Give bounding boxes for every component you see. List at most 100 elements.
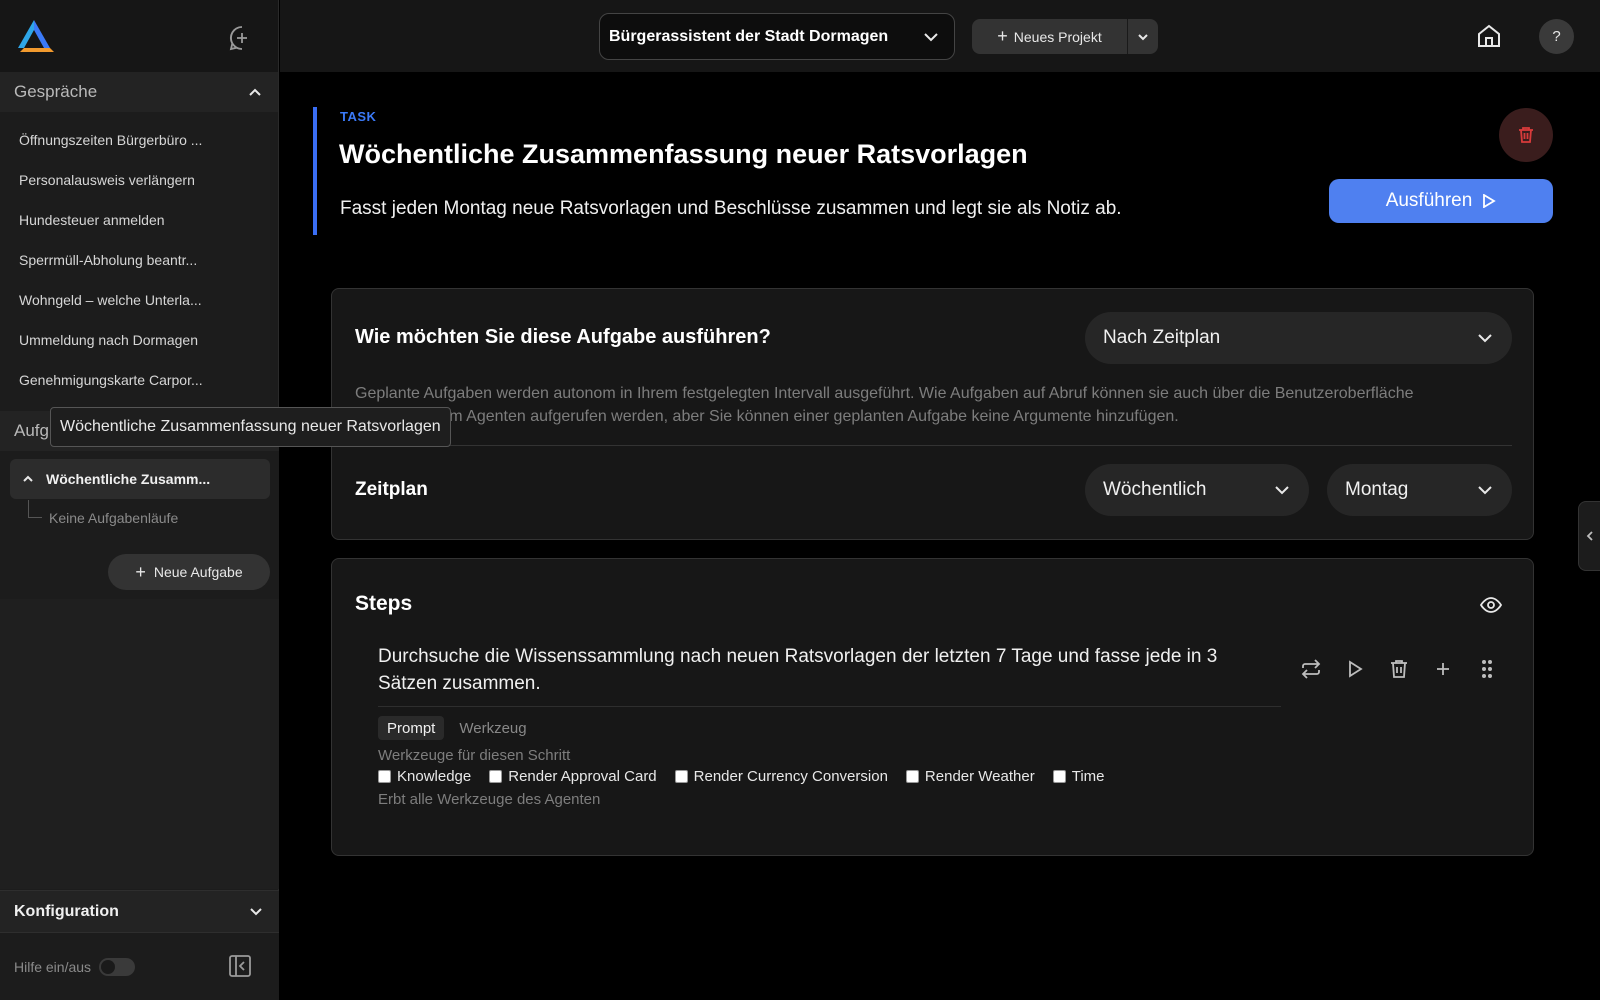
new-project-group: + Neues Projekt — [972, 19, 1158, 54]
tool-render-weather[interactable]: Render Weather — [905, 768, 1035, 785]
chevron-up-icon — [249, 88, 261, 96]
home-icon[interactable] — [1475, 22, 1503, 50]
chevron-down-icon — [250, 907, 262, 915]
task-title: Wöchentliche Zusammenfassung neuer Ratsv… — [339, 139, 1028, 169]
run-label: Ausführen — [1385, 190, 1473, 211]
step-tabs: Prompt Werkzeug — [378, 716, 536, 740]
conversations-header-label: Gespräche — [14, 82, 98, 101]
drag-handle-icon[interactable] — [1475, 657, 1499, 681]
day-select[interactable]: Montag — [1327, 464, 1512, 516]
new-chat-icon[interactable] — [228, 24, 256, 52]
tool-label: Time — [1071, 768, 1105, 785]
conversation-item[interactable]: Hundesteuer anmelden — [0, 200, 278, 240]
conversation-item[interactable]: Ummeldung nach Dormagen — [0, 320, 278, 360]
divider — [355, 445, 1512, 446]
task-description: Fasst jeden Montag neue Ratsvorlagen und… — [340, 198, 1122, 219]
help-toggle-label: Hilfe ein/aus — [14, 958, 92, 975]
sidebar-empty-area — [0, 599, 279, 889]
chevron-left-icon — [1586, 531, 1593, 541]
conversations-header[interactable]: Gespräche — [0, 72, 278, 112]
checkbox[interactable] — [905, 770, 919, 783]
tool-label: Knowledge — [397, 768, 472, 785]
sidebar-top — [0, 0, 278, 72]
sidebar: Gespräche Öffnungszeiten Bürgerbüro ... … — [0, 0, 279, 1000]
tab-prompt[interactable]: Prompt — [378, 716, 445, 740]
plus-icon: + — [135, 561, 146, 582]
chevron-down-icon — [1138, 33, 1148, 40]
conversation-item[interactable]: Personalausweis verlängern — [0, 160, 278, 200]
project-name: Bürgerassistent der Stadt Dormagen — [609, 27, 889, 45]
repeat-icon[interactable] — [1299, 657, 1323, 681]
task-tooltip: Wöchentliche Zusammenfassung neuer Ratsv… — [50, 407, 451, 447]
new-task-button[interactable]: + Neue Aufgabe — [108, 554, 270, 590]
tool-label: Render Currency Conversion — [693, 768, 888, 785]
chevron-down-icon — [1478, 334, 1492, 343]
new-project-label: Neues Projekt — [1013, 28, 1102, 45]
inherit-note: Erbt alle Werkzeuge des Agenten — [378, 791, 601, 808]
task-item-label: Wöchentliche Zusamm... — [46, 471, 211, 487]
task-tag: TASK — [340, 109, 377, 124]
new-project-button[interactable]: + Neues Projekt — [972, 19, 1128, 54]
tasks-header-label: Aufg — [14, 421, 49, 440]
execution-question: Wie möchten Sie diese Aufgabe ausführen? — [355, 326, 771, 348]
delete-task-button[interactable] — [1499, 108, 1553, 162]
execution-card: Wie möchten Sie diese Aufgabe ausführen?… — [331, 288, 1534, 540]
tool-knowledge[interactable]: Knowledge — [378, 768, 471, 785]
conversation-item[interactable]: Sperrmüll-Abholung beantr... — [0, 240, 278, 280]
checkbox[interactable] — [489, 770, 503, 783]
step-actions — [1299, 657, 1499, 681]
step-prompt-text[interactable]: Durchsuche die Wissenssammlung nach neue… — [378, 643, 1278, 697]
right-panel-handle[interactable] — [1578, 501, 1600, 571]
steps-header: Steps — [355, 592, 413, 615]
conversation-item[interactable]: Genehmigungskarte Carpor... — [0, 360, 278, 400]
tree-connector — [28, 500, 42, 518]
tools-label: Werkzeuge für diesen Schritt — [378, 747, 571, 764]
help-button[interactable]: ? — [1539, 19, 1574, 54]
execution-mode-value: Nach Zeitplan — [1103, 327, 1221, 348]
plus-icon[interactable] — [1431, 657, 1455, 681]
steps-card: Steps Durchsuche die Wissenssammlung nac… — [331, 558, 1534, 856]
divider — [378, 706, 1281, 707]
top-bar: Bürgerassistent der Stadt Dormagen + Neu… — [280, 0, 1600, 72]
trash-icon[interactable] — [1387, 657, 1411, 681]
task-runs-empty: Keine Aufgabenläufe — [49, 510, 179, 526]
chevron-down-icon — [1478, 486, 1492, 495]
checkbox[interactable] — [674, 770, 688, 783]
tool-label: Render Approval Card — [508, 768, 657, 785]
tool-render-currency-conversion[interactable]: Render Currency Conversion — [674, 768, 888, 785]
schedule-label: Zeitplan — [355, 479, 428, 500]
tool-checkboxes: Knowledge Render Approval Card Render Cu… — [378, 768, 1105, 785]
trash-icon — [1519, 127, 1533, 143]
configuration-header[interactable]: Konfiguration — [0, 890, 279, 932]
configuration-label: Konfiguration — [14, 902, 119, 920]
conversation-list: Öffnungszeiten Bürgerbüro ... Personalau… — [0, 112, 278, 408]
new-task-label: Neue Aufgabe — [153, 564, 243, 580]
run-button[interactable]: Ausführen — [1329, 179, 1553, 223]
frequency-select[interactable]: Wöchentlich — [1085, 464, 1309, 516]
tab-tool[interactable]: Werkzeug — [450, 716, 535, 740]
help-toggle[interactable] — [99, 957, 136, 976]
task-item[interactable]: Wöchentliche Zusamm... — [10, 459, 270, 499]
collapse-sidebar-icon[interactable] — [228, 954, 252, 978]
checkbox[interactable] — [378, 770, 391, 783]
plus-icon: + — [997, 26, 1008, 46]
play-icon[interactable] — [1343, 657, 1367, 681]
frequency-value: Wöchentlich — [1103, 479, 1207, 500]
execution-mode-select[interactable]: Nach Zeitplan — [1085, 312, 1512, 364]
play-icon — [1483, 194, 1497, 208]
chevron-down-icon — [924, 32, 938, 41]
eye-icon[interactable] — [1479, 593, 1503, 617]
checkbox[interactable] — [1052, 770, 1066, 783]
tool-time[interactable]: Time — [1052, 768, 1105, 785]
new-project-dropdown[interactable] — [1128, 19, 1158, 54]
conversation-item[interactable]: Öffnungszeiten Bürgerbüro ... — [0, 120, 278, 160]
day-value: Montag — [1345, 479, 1409, 500]
conversation-item[interactable]: Wohngeld – welche Unterla... — [0, 280, 278, 320]
tool-render-approval-card[interactable]: Render Approval Card — [489, 768, 657, 785]
chevron-down-icon — [1275, 486, 1289, 495]
execution-help-text: Geplante Aufgaben werden autonom in Ihre… — [355, 385, 1414, 425]
project-select[interactable]: Bürgerassistent der Stadt Dormagen — [599, 13, 955, 60]
chevron-up-icon — [23, 475, 33, 482]
app-logo — [18, 20, 54, 52]
tool-label: Render Weather — [924, 768, 1035, 785]
